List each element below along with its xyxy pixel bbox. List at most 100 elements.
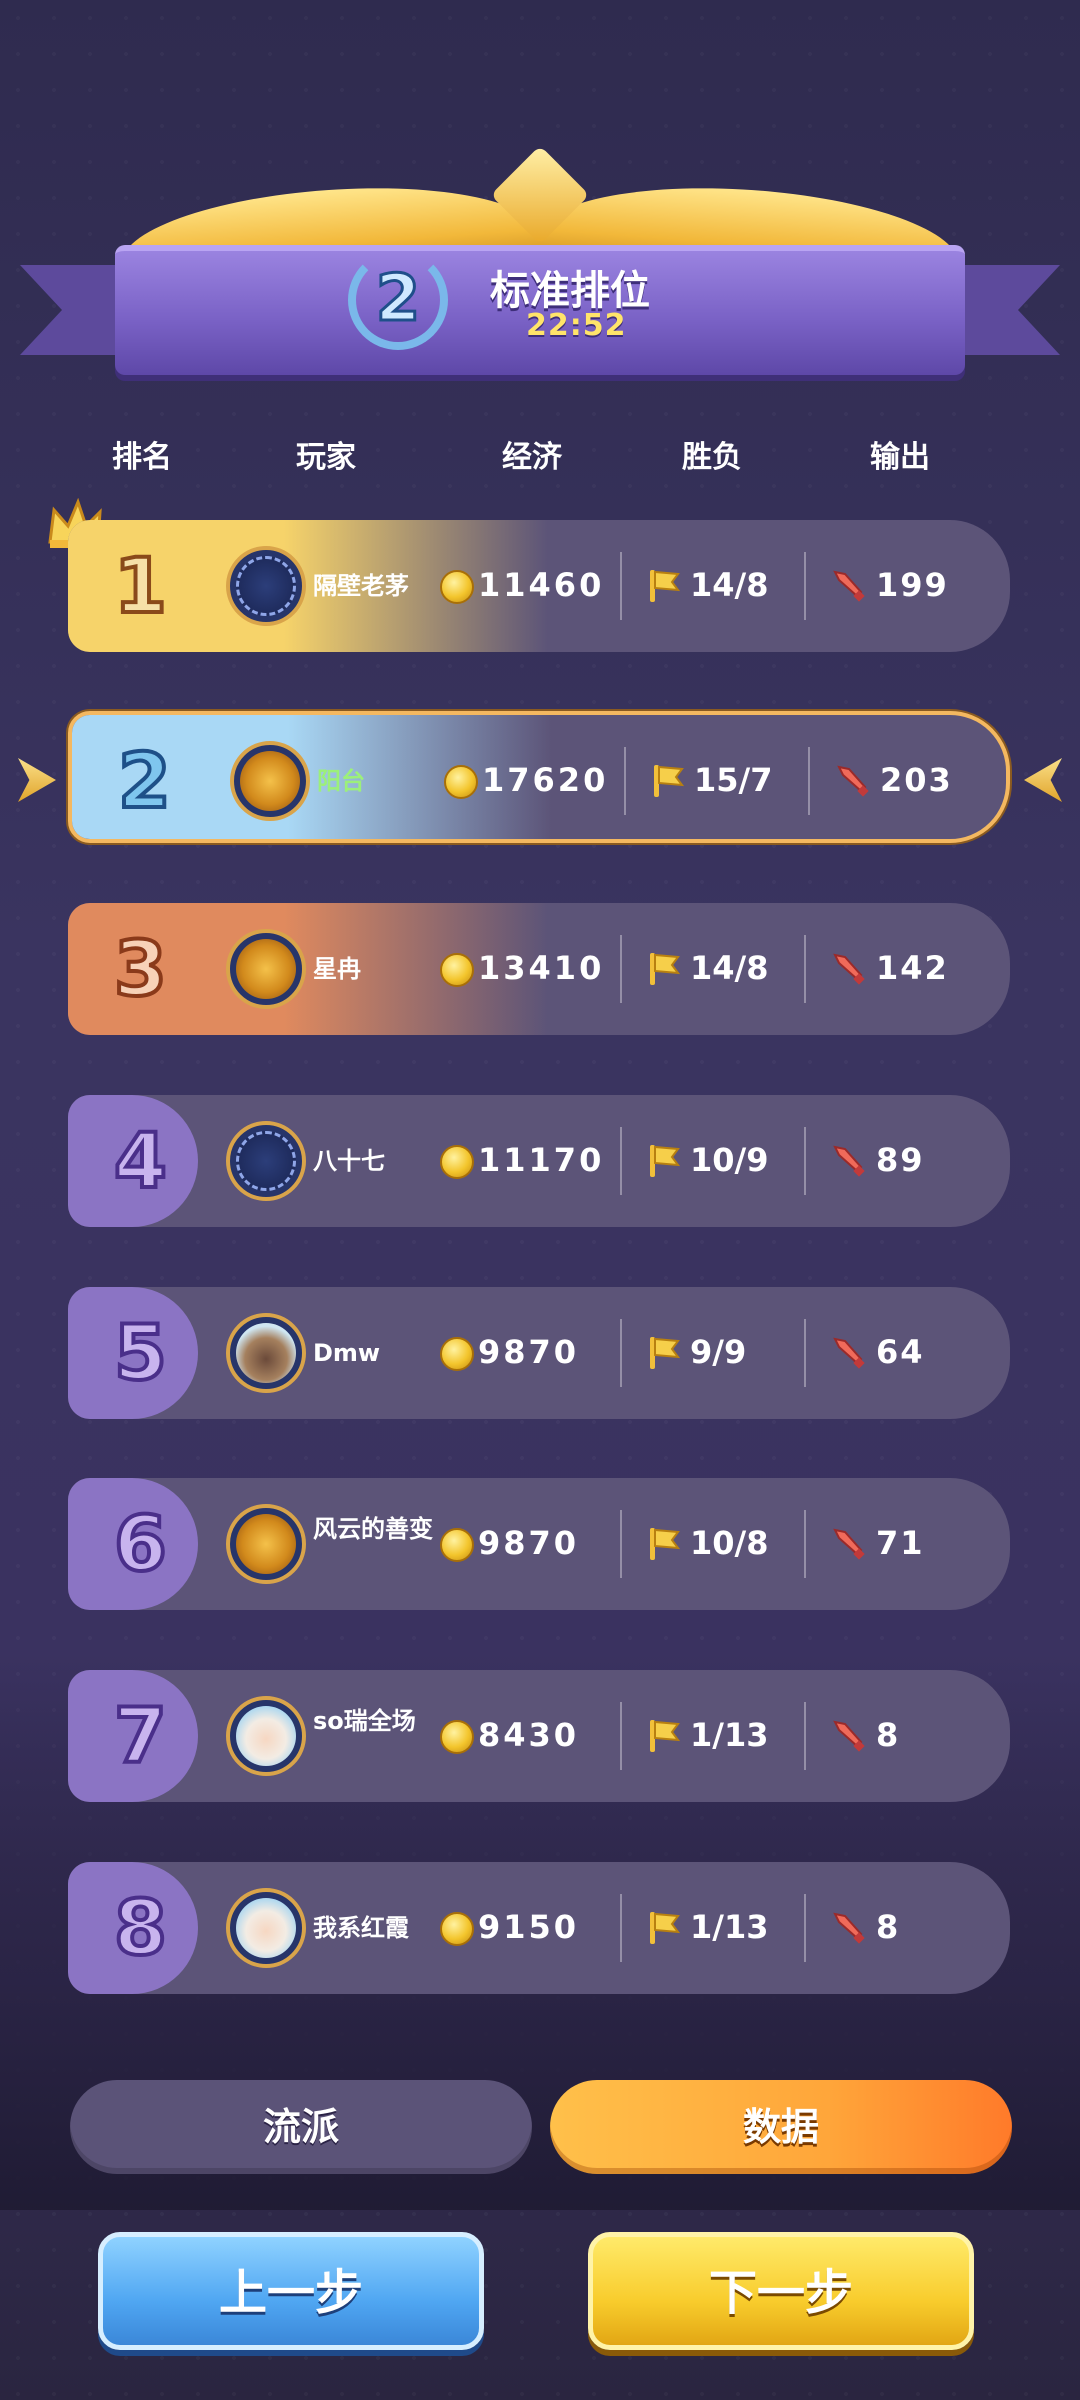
damage-value: 203 bbox=[880, 761, 953, 799]
avatar-image bbox=[236, 1323, 296, 1383]
damage-value: 8 bbox=[876, 1908, 901, 1946]
flag-icon bbox=[650, 1145, 680, 1177]
hooded-girl-avatar-icon[interactable] bbox=[226, 1696, 306, 1776]
ranking-row[interactable]: 8 我系红霞 9150 1/13 8 bbox=[68, 1862, 1010, 1994]
flag-icon bbox=[650, 1720, 680, 1752]
column-divider bbox=[808, 747, 810, 815]
match-time: 22:52 bbox=[526, 308, 627, 343]
sword-icon bbox=[833, 570, 865, 602]
gear-loading-avatar-icon[interactable] bbox=[226, 1121, 306, 1201]
damage-value: 89 bbox=[876, 1141, 925, 1179]
economy-value: 9870 bbox=[478, 1524, 580, 1562]
coin-icon bbox=[444, 765, 478, 799]
rank-number: 2 bbox=[116, 734, 173, 827]
column-divider bbox=[620, 1510, 622, 1578]
rank-number: 1 bbox=[112, 539, 169, 632]
avatar-image bbox=[236, 1706, 296, 1766]
header-rank: 排名 bbox=[112, 440, 172, 475]
player-name: 隔壁老茅 bbox=[313, 572, 409, 600]
winloss-value: 15/7 bbox=[694, 761, 773, 799]
coin-icon bbox=[440, 1912, 474, 1946]
column-divider bbox=[620, 1894, 622, 1962]
column-divider bbox=[620, 1127, 622, 1195]
economy-value: 13410 bbox=[478, 949, 605, 987]
damage-value: 8 bbox=[876, 1716, 901, 1754]
tab-style[interactable]: 流派 bbox=[70, 2080, 532, 2174]
gold-emblem-avatar-icon[interactable] bbox=[226, 1504, 306, 1584]
rank-number: 8 bbox=[112, 1881, 169, 1974]
column-divider bbox=[804, 1510, 806, 1578]
economy-value: 9150 bbox=[478, 1908, 580, 1946]
column-divider bbox=[624, 747, 626, 815]
prev-button[interactable]: 上一步 bbox=[98, 2232, 484, 2350]
winloss-value: 14/8 bbox=[690, 566, 769, 604]
sword-icon bbox=[833, 1528, 865, 1560]
avatar-image bbox=[236, 556, 296, 616]
coin-icon bbox=[440, 1145, 474, 1179]
tab-data[interactable]: 数据 bbox=[550, 2080, 1012, 2174]
header-damage: 输出 bbox=[870, 440, 930, 475]
avatar-image bbox=[236, 939, 296, 999]
gold-emblem-avatar-icon[interactable] bbox=[226, 929, 306, 1009]
column-divider bbox=[804, 1894, 806, 1962]
winloss-value: 10/8 bbox=[690, 1524, 769, 1562]
column-divider bbox=[804, 935, 806, 1003]
coin-icon bbox=[440, 953, 474, 987]
economy-value: 9870 bbox=[478, 1333, 580, 1371]
flag-icon bbox=[650, 570, 680, 602]
rank-number: 4 bbox=[112, 1114, 169, 1207]
coin-icon bbox=[440, 1720, 474, 1754]
gold-emblem-avatar-icon[interactable] bbox=[230, 741, 310, 821]
sword-icon bbox=[833, 1912, 865, 1944]
player-name: 星冉 bbox=[313, 955, 361, 983]
economy-value: 17620 bbox=[482, 761, 609, 799]
damage-value: 71 bbox=[876, 1524, 925, 1562]
column-divider bbox=[620, 935, 622, 1003]
title-banner: 2 标准排位 22:52 bbox=[0, 145, 1080, 380]
avatar-image bbox=[236, 1514, 296, 1574]
avatar-image bbox=[236, 1131, 296, 1191]
flag-icon bbox=[650, 1528, 680, 1560]
gear-loading-avatar-icon[interactable] bbox=[226, 546, 306, 626]
sword-icon bbox=[833, 953, 865, 985]
avatar-image bbox=[240, 751, 300, 811]
flag-icon bbox=[654, 765, 684, 797]
column-divider bbox=[620, 552, 622, 620]
column-divider bbox=[620, 1319, 622, 1387]
ranking-row[interactable]: 2 阳台 17620 15/7 203 bbox=[68, 711, 1010, 843]
header-economy: 经济 bbox=[502, 440, 562, 475]
sword-icon bbox=[833, 1337, 865, 1369]
white-hair-girl-avatar-icon[interactable] bbox=[226, 1888, 306, 1968]
flag-icon bbox=[650, 1337, 680, 1369]
coin-icon bbox=[440, 1528, 474, 1562]
ranking-row[interactable]: 5 Dmw 9870 9/9 64 bbox=[68, 1287, 1010, 1419]
flag-icon bbox=[650, 1912, 680, 1944]
laurel-rank-badge: 2 bbox=[348, 250, 448, 350]
damage-value: 64 bbox=[876, 1333, 925, 1371]
player-name: Dmw bbox=[313, 1339, 381, 1367]
column-divider bbox=[804, 552, 806, 620]
winloss-value: 1/13 bbox=[690, 1716, 769, 1754]
ranking-row[interactable]: 3 星冉 13410 14/8 142 bbox=[68, 903, 1010, 1035]
sword-icon bbox=[833, 1145, 865, 1177]
damage-value: 142 bbox=[876, 949, 949, 987]
player-name: so瑞全场 bbox=[313, 1707, 416, 1735]
rank-number: 3 bbox=[112, 922, 169, 1015]
sword-icon bbox=[833, 1720, 865, 1752]
rank-number: 5 bbox=[112, 1306, 169, 1399]
next-button[interactable]: 下一步 bbox=[588, 2232, 974, 2350]
winloss-value: 9/9 bbox=[690, 1333, 747, 1371]
ranking-row[interactable]: 4 八十七 11170 10/9 89 bbox=[68, 1095, 1010, 1227]
header-winloss: 胜负 bbox=[682, 440, 742, 475]
player-name: 我系红霞 bbox=[313, 1914, 409, 1942]
player-name: 阳台 bbox=[317, 767, 365, 795]
ranking-row[interactable]: 7 so瑞全场 8430 1/13 8 bbox=[68, 1670, 1010, 1802]
avatar-image bbox=[236, 1898, 296, 1958]
raccoon-avatar-icon[interactable] bbox=[226, 1313, 306, 1393]
economy-value: 11170 bbox=[478, 1141, 605, 1179]
ranking-row[interactable]: 1 隔壁老茅 11460 14/8 199 bbox=[68, 520, 1010, 652]
coin-icon bbox=[440, 1337, 474, 1371]
flag-icon bbox=[650, 953, 680, 985]
winloss-value: 10/9 bbox=[690, 1141, 769, 1179]
ranking-row[interactable]: 6 风云的善变 9870 10/8 71 bbox=[68, 1478, 1010, 1610]
